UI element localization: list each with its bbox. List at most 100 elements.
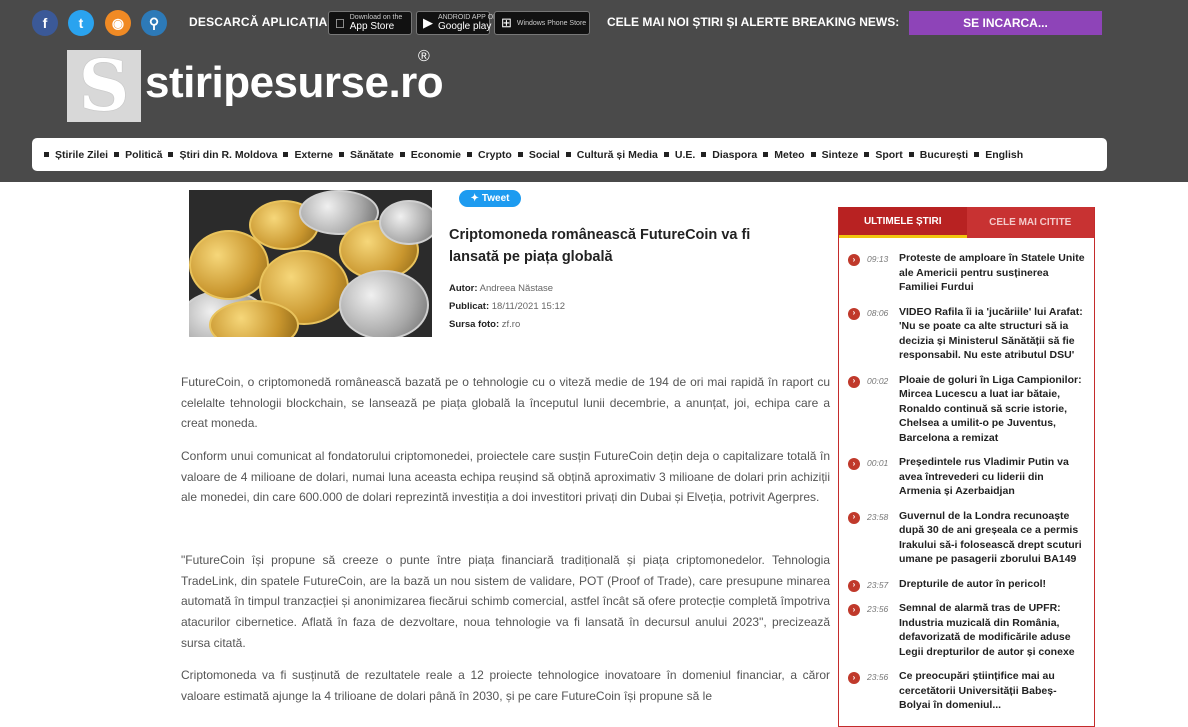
source-value: zf.ro — [501, 319, 521, 330]
news-time: 23:57 — [867, 579, 889, 590]
nav-bullet — [283, 152, 289, 157]
nav-item-sanatate[interactable]: Sănătate — [339, 149, 394, 161]
published-value: 18/11/2021 15:12 — [491, 301, 566, 312]
breaking-news-ticker[interactable]: SE INCARCA... — [909, 11, 1102, 35]
google-play-label: Google play — [438, 21, 492, 32]
nav-item-crypto[interactable]: Crypto — [466, 148, 512, 161]
nav-bullet — [339, 152, 345, 157]
twitter-bird-icon: ✦ — [470, 193, 479, 204]
news-time: 09:13 — [867, 254, 889, 264]
arrow-right-icon: › — [848, 672, 860, 684]
nav-item-stiri-moldova[interactable]: Știri din R. Moldova — [168, 149, 277, 161]
app-store-small-label: Download on the — [340, 14, 403, 21]
logo-text[interactable]: stiripesurse.ro — [145, 58, 444, 108]
nav-item-label: Externe — [294, 148, 334, 161]
nav-item-label: Sport — [875, 148, 903, 161]
news-list-item[interactable]: › 23:57 Drepturile de autor în pericol! — [839, 577, 1094, 592]
tab-latest-news[interactable]: ULTIMELE ȘTIRI — [839, 207, 967, 238]
news-time: 08:06 — [867, 307, 889, 318]
news-list-item[interactable]: › 23:56 Ce preocupări științifice mai au c… — [839, 669, 1094, 713]
nav-item-ue[interactable]: U.E. — [663, 148, 696, 161]
nav-bullet — [701, 152, 707, 157]
top-bar: f t ◉ ⚲ DESCARCĂ APLICAȚIA:  Download o… — [0, 0, 1188, 46]
news-list-item[interactable]: › 00:01 Președintele rus Vladimir Putin va… — [839, 455, 1094, 499]
breaking-news-label: CELE MAI NOI ȘTIRI ȘI ALERTE BREAKING NE… — [607, 15, 900, 29]
app-store-label: App Store — [340, 21, 394, 32]
nav-bullet — [168, 152, 174, 157]
news-time: 23:56 — [867, 672, 889, 682]
nav-item-label: U.E. — [674, 148, 696, 161]
tweet-label: Tweet — [481, 193, 510, 204]
nav-item-bucuresti[interactable]: București — [908, 149, 968, 161]
google-play-button[interactable]: ▶ ANDROID APP ON Google play — [416, 11, 498, 35]
logo-mark-letter: S — [78, 44, 130, 127]
news-title: Președintele rus Vladimir Putin va avea … — [899, 456, 1069, 497]
google-play-small-label: ANDROID APP ON — [438, 14, 499, 21]
download-app-label: DESCARCĂ APLICAȚIA: — [189, 15, 332, 29]
nav-bullet — [565, 152, 571, 157]
news-list-item[interactable]: › 23:58 Guvernul de la Londra recunoaște d… — [839, 509, 1094, 567]
nav-bullet — [517, 152, 523, 157]
article-author: Autor: Andreea Năstase — [449, 283, 553, 294]
article-paragraph: Conform unui comunicat al fondatorului c… — [181, 449, 830, 505]
nav-item-label: Știri din R. Moldova — [179, 148, 278, 161]
rss-icon[interactable]: ◉ — [105, 10, 131, 36]
nav-bullet — [763, 152, 769, 157]
logo-mark[interactable]: S — [67, 50, 141, 122]
news-list-item[interactable]: › 00:02 Ploaie de goluri în Liga Campionil… — [839, 373, 1094, 446]
nav-item-social[interactable]: Social — [517, 149, 560, 161]
arrow-right-icon: › — [848, 375, 860, 388]
nav-item-sinteze[interactable]: Sinteze — [810, 148, 859, 161]
site-header: f t ◉ ⚲ DESCARCĂ APLICAȚIA:  Download o… — [0, 0, 1188, 182]
news-list-item[interactable]: › 23:56 Semnal de alarmă tras de UPFR: Ind… — [839, 601, 1094, 659]
arrow-right-icon: › — [848, 254, 860, 266]
nav-item-cultura-media[interactable]: Cultură și Media — [565, 148, 658, 161]
news-title: Ploaie de goluri în Liga Campionilor: Mi… — [899, 373, 1082, 444]
tab-most-read[interactable]: CELE MAI CITITE — [966, 207, 1094, 238]
arrow-right-icon: › — [848, 307, 860, 320]
article-paragraph: "FutureCoin își propune să creeze o punt… — [181, 553, 830, 650]
news-title: VIDEO Rafila îi ia 'jucăriile' lui Arafa… — [899, 305, 1083, 362]
arrow-right-icon: › — [848, 511, 860, 524]
news-title: Semnal de alarmă tras de UPFR: Industria… — [899, 602, 1075, 658]
windows-phone-store-button[interactable]: ⊞ Windows Phone Store — [494, 11, 590, 35]
nav-item-stirile-zilei[interactable]: Știrile Zilei — [44, 149, 108, 161]
nav-item-english[interactable]: English — [974, 149, 1023, 161]
facebook-icon[interactable]: f — [32, 10, 58, 36]
nav-item-label: Politică — [125, 148, 163, 161]
nav-item-diaspora[interactable]: Diaspora — [701, 149, 757, 161]
app-store-button[interactable]:  Download on the App Store — [328, 11, 412, 35]
nav-item-meteo[interactable]: Meteo — [763, 149, 805, 161]
tweet-button[interactable]: ✦ Tweet — [459, 190, 521, 207]
published-label: Publicat: — [449, 301, 490, 312]
arrow-right-icon: › — [848, 458, 860, 470]
news-list-item[interactable]: › 08:06 VIDEO Rafila îi ia 'jucăriile' lui… — [839, 305, 1094, 363]
news-time: 00:01 — [867, 458, 889, 468]
nav-item-label: Diaspora — [712, 148, 758, 161]
nav-item-label: Cultură și Media — [576, 148, 658, 161]
sidebar-tabs: ULTIMELE ȘTIRI CELE MAI CITITE — [839, 207, 1094, 238]
nav-bullet — [864, 152, 870, 157]
play-icon: ▶ — [423, 15, 433, 30]
apple-icon:  — [335, 16, 345, 31]
news-time: 00:02 — [867, 375, 889, 386]
article-title: Criptomoneda românească FutureCoin va fi… — [449, 227, 751, 265]
news-title: Proteste de amploare în Statele Unite al… — [899, 252, 1085, 293]
twitter-icon[interactable]: t — [68, 10, 94, 36]
news-list-item[interactable]: › 09:13 Proteste de amploare în Statele Un… — [839, 251, 1094, 295]
search-icon[interactable]: ⚲ — [141, 10, 167, 36]
article-paragraph: Criptomoneda va fi susținută de rezultat… — [181, 668, 830, 703]
nav-item-sport[interactable]: Sport — [864, 148, 903, 161]
windows-icon: ⊞ — [501, 15, 512, 30]
nav-bullet — [974, 152, 980, 157]
arrow-right-icon: › — [848, 604, 860, 616]
nav-item-economie[interactable]: Economie — [399, 149, 461, 161]
nav-item-politica[interactable]: Politică — [114, 149, 162, 161]
main-navigation: Știrile Zilei Politică Știri din R. Mold… — [32, 138, 1107, 171]
article-published: Publicat: 18/11/2021 15:12 — [449, 301, 565, 312]
nav-item-externe[interactable]: Externe — [283, 149, 333, 161]
author-label: Autor: — [449, 283, 478, 294]
nav-item-label: Sinteze — [821, 148, 859, 161]
nav-item-label: Crypto — [477, 148, 512, 161]
nav-bullet — [466, 152, 472, 157]
